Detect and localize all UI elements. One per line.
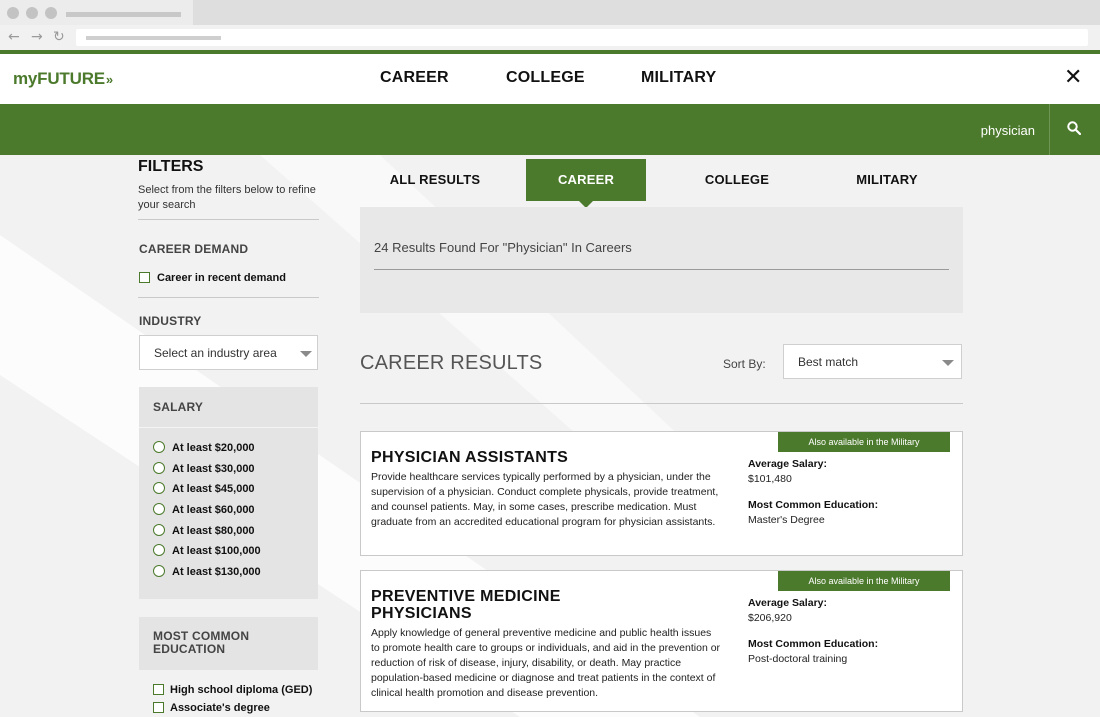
education-value: Master's Degree — [748, 514, 825, 526]
education-label: Most Common Education: — [748, 499, 879, 511]
browser-titlebar — [0, 0, 1100, 25]
career-demand-title: CAREER DEMAND — [139, 242, 249, 256]
education-option[interactable]: High school diploma (GED) — [170, 684, 312, 696]
window-close-dot[interactable] — [7, 7, 19, 19]
salary-value: $206,920 — [748, 612, 792, 624]
education-checkbox[interactable] — [153, 684, 164, 695]
results-count: 24 Results Found For "Physician" In Care… — [374, 240, 632, 255]
tab-military[interactable]: MILITARY — [827, 159, 947, 201]
salary-radio[interactable] — [153, 441, 165, 453]
nav-college[interactable]: COLLEGE — [506, 69, 585, 87]
filters-subtitle: Select from the filters below to refine … — [138, 184, 316, 211]
career-card[interactable]: Also available in the Military PREVENTIV… — [360, 570, 963, 712]
career-title[interactable]: PHYSICIAN ASSISTANTS — [371, 449, 568, 466]
divider — [139, 427, 318, 428]
reload-icon[interactable]: ↻ — [53, 28, 65, 46]
career-results-title: CAREER RESULTS — [360, 352, 543, 374]
tab-all-results[interactable]: ALL RESULTS — [375, 159, 495, 201]
industry-title: INDUSTRY — [139, 314, 202, 328]
window-maximize-dot[interactable] — [45, 7, 57, 19]
military-badge: Also available in the Military — [778, 571, 950, 591]
salary-option[interactable]: At least $100,000 — [172, 545, 261, 557]
sort-select-value: Best match — [798, 355, 859, 369]
education-option[interactable]: Associate's degree — [170, 702, 270, 714]
salary-radio[interactable] — [153, 503, 165, 515]
industry-select-value: Select an industry area — [154, 346, 277, 360]
education-title: MOST COMMON EDUCATION — [153, 629, 250, 656]
tab-college[interactable]: COLLEGE — [677, 159, 797, 201]
search-input[interactable]: physician — [981, 123, 1035, 138]
salary-option[interactable]: At least $60,000 — [172, 504, 255, 516]
education-checkbox[interactable] — [153, 702, 164, 713]
divider — [374, 269, 949, 270]
education-label: Most Common Education: — [748, 638, 879, 650]
sort-label: Sort By: — [723, 357, 766, 371]
nav-career[interactable]: CAREER — [380, 69, 449, 87]
logo-arrows-icon: » — [105, 72, 113, 87]
filters-title: FILTERS — [138, 158, 204, 175]
salary-option[interactable]: At least $130,000 — [172, 566, 261, 578]
site-header: myFUTURE» CAREER COLLEGE MILITARY ✕ — [0, 50, 1100, 104]
search-icon[interactable] — [1067, 121, 1081, 135]
divider — [360, 403, 963, 404]
salary-option[interactable]: At least $80,000 — [172, 525, 255, 537]
salary-option[interactable]: At least $30,000 — [172, 463, 255, 475]
industry-select[interactable]: Select an industry area — [139, 335, 318, 370]
salary-label: Average Salary: — [748, 597, 827, 609]
salary-label: Average Salary: — [748, 458, 827, 470]
results-summary: 24 Results Found For "Physician" In Care… — [360, 207, 963, 313]
chevron-down-icon — [300, 351, 312, 357]
logo[interactable]: myFUTURE» — [13, 69, 113, 89]
salary-radio[interactable] — [153, 482, 165, 494]
career-card[interactable]: Also available in the Military PHYSICIAN… — [360, 431, 963, 556]
military-badge: Also available in the Military — [778, 432, 950, 452]
career-description: Provide healthcare services typically pe… — [371, 471, 719, 528]
salary-title: SALARY — [153, 400, 204, 414]
salary-value: $101,480 — [748, 473, 792, 485]
education-value: Post-doctoral training — [748, 653, 848, 665]
salary-radio[interactable] — [153, 544, 165, 556]
sort-select[interactable]: Best match — [783, 344, 962, 379]
career-description: Apply knowledge of general preventive me… — [371, 627, 721, 699]
divider — [138, 219, 319, 220]
search-bar: physician — [0, 104, 1100, 155]
tab-career[interactable]: CAREER — [526, 159, 646, 201]
chevron-down-icon — [942, 360, 954, 366]
search-divider — [1049, 104, 1050, 155]
career-title[interactable]: PREVENTIVE MEDICINE PHYSICIANS — [371, 588, 561, 622]
divider — [138, 297, 319, 298]
window-minimize-dot[interactable] — [26, 7, 38, 19]
salary-option[interactable]: At least $45,000 — [172, 483, 255, 495]
address-bar[interactable] — [76, 29, 1088, 46]
nav-military[interactable]: MILITARY — [641, 69, 716, 87]
back-arrow-icon[interactable]: ← — [8, 28, 20, 46]
salary-option[interactable]: At least $20,000 — [172, 442, 255, 454]
career-demand-checkbox[interactable] — [139, 272, 150, 283]
career-demand-label[interactable]: Career in recent demand — [157, 272, 286, 284]
browser-toolbar: ← → ↻ — [0, 25, 1100, 50]
salary-radio[interactable] — [153, 565, 165, 577]
salary-radio[interactable] — [153, 462, 165, 474]
forward-arrow-icon[interactable]: → — [31, 28, 43, 46]
close-icon[interactable]: ✕ — [1064, 67, 1082, 89]
salary-radio[interactable] — [153, 524, 165, 536]
